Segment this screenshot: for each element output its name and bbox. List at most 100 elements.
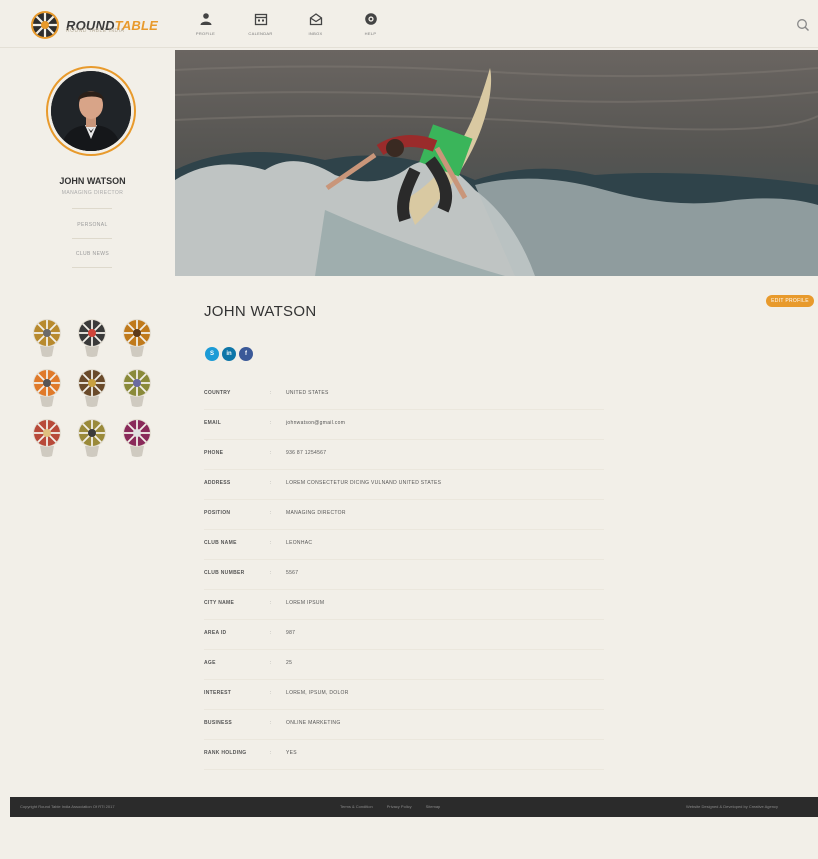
info-value: LOREM, IPSUM, DOLOR: [286, 690, 349, 696]
facebook-icon[interactable]: f: [239, 347, 253, 361]
info-value: YES: [286, 750, 297, 756]
search-icon[interactable]: [796, 18, 810, 32]
info-label: CLUB NUMBER: [204, 570, 245, 576]
info-colon: :: [270, 570, 272, 576]
info-label: AREA ID: [204, 630, 227, 636]
nav-item-inbox[interactable]: INBOX: [288, 0, 343, 48]
info-value: 936 87 1254567: [286, 450, 327, 456]
info-label: EMAIL: [204, 420, 222, 426]
nav-label: HELP: [364, 31, 377, 36]
avatar-photo: [51, 71, 131, 151]
linkedin-icon[interactable]: in: [222, 347, 236, 361]
club-badge-icon[interactable]: [30, 318, 64, 358]
footer-link-terms[interactable]: Terms & Condition: [340, 804, 373, 809]
info-colon: :: [270, 540, 272, 546]
info-value: 987: [286, 630, 296, 636]
info-row: RANK HOLDING: YES: [204, 740, 604, 770]
info-label: ADDRESS: [204, 480, 231, 486]
club-badge-icon[interactable]: [120, 418, 154, 458]
top-header: ROUNDTABLE ROUND TABLE INDIA PROFILE CAL…: [0, 0, 818, 48]
info-value: LOREM CONSECTETUR DICING VULNAND UNITED …: [286, 480, 442, 486]
info-value: ONLINE MARKETING: [286, 720, 341, 726]
info-label: BUSINESS: [204, 720, 232, 726]
info-row: PHONE: 936 87 1254567: [204, 440, 604, 470]
edit-profile-button[interactable]: EDIT PROFILE: [766, 295, 814, 307]
copyright-text: Copyright Round Table India Association …: [20, 804, 115, 809]
cover-photo: [175, 50, 818, 276]
club-badge-icon[interactable]: [120, 318, 154, 358]
brand-logo[interactable]: ROUNDTABLE: [30, 9, 158, 41]
info-colon: :: [270, 600, 272, 606]
info-label: RANK HOLDING: [204, 750, 247, 756]
user-icon: [200, 13, 211, 25]
sidebar-user-title: MANAGING DIRECTOR: [61, 190, 124, 196]
info-row: EMAIL: johnwatson@gmail.com: [204, 410, 604, 440]
info-colon: :: [270, 660, 272, 666]
info-row: ADDRESS: LOREM CONSECTETUR DICING VULNAND…: [204, 470, 604, 500]
nav-item-profile[interactable]: PROFILE: [178, 0, 233, 48]
divider: [72, 267, 112, 268]
info-colon: :: [270, 630, 272, 636]
info-row: AGE: 25: [204, 650, 604, 680]
nav-label: CALENDAR: [248, 31, 273, 36]
profile-name-heading: JOHN WATSON: [204, 303, 317, 320]
info-row: CLUB NUMBER: 5567: [204, 560, 604, 590]
info-label: POSITION: [204, 510, 231, 516]
profile-avatar[interactable]: [46, 66, 136, 156]
footer-links: Terms & Condition Privacy Policy Sitemap: [340, 804, 440, 809]
club-badge-icon[interactable]: [75, 418, 109, 458]
info-value: UNITED STATES: [286, 390, 329, 396]
footer-credit[interactable]: Website Designed & Developed by Creative…: [686, 804, 778, 809]
info-label: PHONE: [204, 450, 224, 456]
club-badge-icon[interactable]: [30, 418, 64, 458]
info-colon: :: [270, 390, 272, 396]
social-links: S in f: [205, 347, 253, 361]
club-badge-icon[interactable]: [75, 318, 109, 358]
info-value: MANAGING DIRECTOR: [286, 510, 346, 516]
info-colon: :: [270, 690, 272, 696]
club-badge-icon[interactable]: [75, 368, 109, 408]
brand-tagline: ROUND TABLE INDIA: [66, 28, 125, 34]
info-colon: :: [270, 750, 272, 756]
info-value: 5567: [286, 570, 299, 576]
person-portrait-icon: [51, 71, 131, 151]
info-label: COUNTRY: [204, 390, 231, 396]
info-colon: :: [270, 420, 272, 426]
divider: [72, 238, 112, 239]
info-value: LOREM IPSUM: [286, 600, 325, 606]
surfer-wave-image: [175, 50, 818, 276]
info-row: BUSINESS: ONLINE MARKETING: [204, 710, 604, 740]
divider: [72, 208, 112, 209]
info-label: CLUB NAME: [204, 540, 237, 546]
info-label: AGE: [204, 660, 216, 666]
skype-icon[interactable]: S: [205, 347, 219, 361]
info-row: CITY NAME: LOREM IPSUM: [204, 590, 604, 620]
info-colon: :: [270, 720, 272, 726]
info-value: LEONHAC: [286, 540, 313, 546]
nav-item-calendar[interactable]: CALENDAR: [233, 0, 288, 48]
info-label: INTEREST: [204, 690, 232, 696]
help-icon: [364, 13, 377, 25]
info-row: INTEREST: LOREM, IPSUM, DOLOR: [204, 680, 604, 710]
info-label: CITY NAME: [204, 600, 235, 606]
footer-link-privacy[interactable]: Privacy Policy: [387, 804, 412, 809]
club-badge-icon[interactable]: [120, 368, 154, 408]
page-footer: Copyright Round Table India Association …: [10, 797, 818, 817]
info-row: CLUB NAME: LEONHAC: [204, 530, 604, 560]
sidebar-link-club-news[interactable]: CLUB NEWS: [20, 251, 165, 257]
info-colon: :: [270, 510, 272, 516]
footer-link-sitemap[interactable]: Sitemap: [426, 804, 441, 809]
info-colon: :: [270, 480, 272, 486]
calendar-icon: [254, 13, 267, 26]
info-row: COUNTRY: UNITED STATES: [204, 380, 604, 410]
info-row: AREA ID: 987: [204, 620, 604, 650]
main-nav: PROFILE CALENDAR INBOX HELP: [178, 0, 398, 48]
sidebar-link-personal[interactable]: PERSONAL: [20, 222, 165, 228]
inbox-icon: [309, 13, 322, 26]
info-value: 25: [286, 660, 293, 666]
info-colon: :: [270, 450, 272, 456]
club-badge-icon[interactable]: [30, 368, 64, 408]
nav-label: INBOX: [308, 31, 323, 36]
nav-item-help[interactable]: HELP: [343, 0, 398, 48]
round-table-wheel-icon: [31, 11, 59, 39]
